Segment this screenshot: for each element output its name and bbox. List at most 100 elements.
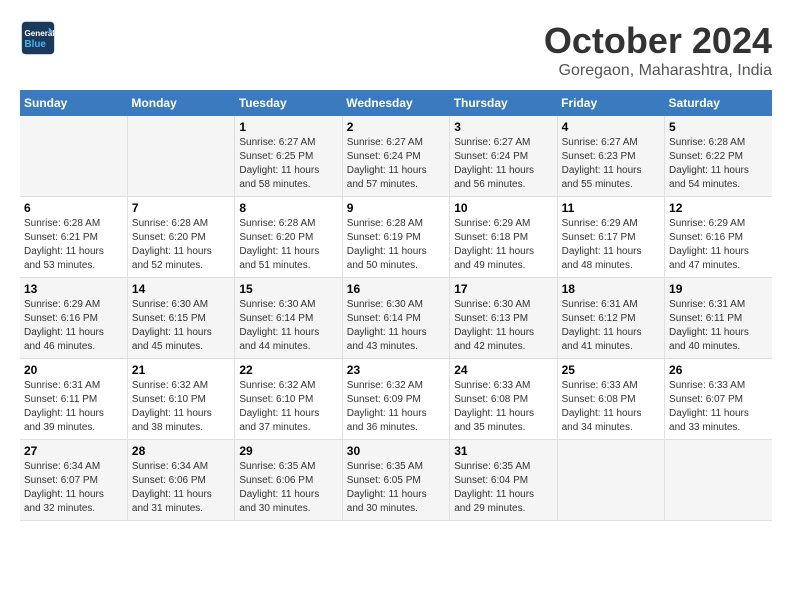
calendar-week-row: 6 Sunrise: 6:28 AMSunset: 6:21 PMDaylight… [20, 197, 772, 278]
day-info: Sunrise: 6:29 AMSunset: 6:18 PMDaylight:… [454, 217, 552, 273]
day-number: 12 [669, 201, 768, 215]
day-number: 6 [24, 201, 123, 215]
day-info: Sunrise: 6:32 AMSunset: 6:10 PMDaylight:… [132, 379, 230, 435]
weekday-header: Tuesday [235, 90, 342, 116]
day-number: 18 [562, 282, 660, 296]
day-number: 25 [562, 363, 660, 377]
day-number: 11 [562, 201, 660, 215]
day-number: 20 [24, 363, 123, 377]
day-number: 26 [669, 363, 768, 377]
logo: General Blue [20, 20, 56, 56]
day-number: 29 [239, 444, 337, 458]
day-number: 31 [454, 444, 552, 458]
day-number: 4 [562, 120, 660, 134]
weekday-header: Monday [127, 90, 234, 116]
calendar-cell: 27 Sunrise: 6:34 AMSunset: 6:07 PMDayligh… [20, 440, 127, 521]
day-info: Sunrise: 6:28 AMSunset: 6:19 PMDaylight:… [347, 217, 445, 273]
calendar-cell: 13Sunrise: 6:29 AMSunset: 6:16 PMDayligh… [20, 278, 127, 359]
calendar-cell: 10 Sunrise: 6:29 AMSunset: 6:18 PMDayligh… [450, 197, 557, 278]
title-section: October 2024 Goregaon, Maharashtra, Indi… [544, 20, 772, 80]
day-info: Sunrise: 6:31 AMSunset: 6:11 PMDaylight:… [669, 298, 768, 354]
day-info: Sunrise: 6:30 AMSunset: 6:14 PMDaylight:… [347, 298, 445, 354]
weekday-header: Wednesday [342, 90, 449, 116]
day-info: Sunrise: 6:31 AMSunset: 6:12 PMDaylight:… [562, 298, 660, 354]
calendar-cell [557, 440, 664, 521]
day-number: 14 [132, 282, 230, 296]
day-number: 15 [239, 282, 337, 296]
day-info: Sunrise: 6:29 AMSunset: 6:16 PMDaylight:… [669, 217, 768, 273]
page-header: General Blue October 2024 Goregaon, Maha… [20, 20, 772, 80]
calendar-cell: 28Sunrise: 6:34 AMSunset: 6:06 PMDayligh… [127, 440, 234, 521]
calendar-cell: 19Sunrise: 6:31 AMSunset: 6:11 PMDayligh… [665, 278, 772, 359]
day-number: 10 [454, 201, 552, 215]
day-info: Sunrise: 6:32 AMSunset: 6:09 PMDaylight:… [347, 379, 445, 435]
day-number: 1 [239, 120, 337, 134]
day-number: 3 [454, 120, 552, 134]
day-info: Sunrise: 6:27 AMSunset: 6:23 PMDaylight:… [562, 136, 660, 192]
calendar-table: SundayMondayTuesdayWednesdayThursdayFrid… [20, 90, 772, 521]
calendar-cell: 29 Sunrise: 6:35 AMSunset: 6:06 PMDayligh… [235, 440, 342, 521]
day-info: Sunrise: 6:30 AMSunset: 6:13 PMDaylight:… [454, 298, 552, 354]
day-number: 8 [239, 201, 337, 215]
calendar-cell: 14 Sunrise: 6:30 AMSunset: 6:15 PMDayligh… [127, 278, 234, 359]
day-number: 7 [132, 201, 230, 215]
calendar-cell [127, 116, 234, 197]
day-info: Sunrise: 6:32 AMSunset: 6:10 PMDaylight:… [239, 379, 337, 435]
day-info: Sunrise: 6:34 AMSunset: 6:07 PMDaylight:… [24, 460, 123, 516]
calendar-cell: 8Sunrise: 6:28 AMSunset: 6:20 PMDaylight… [235, 197, 342, 278]
calendar-cell: 22 Sunrise: 6:32 AMSunset: 6:10 PMDayligh… [235, 359, 342, 440]
calendar-cell: 12 Sunrise: 6:29 AMSunset: 6:16 PMDayligh… [665, 197, 772, 278]
day-number: 24 [454, 363, 552, 377]
calendar-cell: 9 Sunrise: 6:28 AMSunset: 6:19 PMDaylight… [342, 197, 449, 278]
calendar-cell: 16 Sunrise: 6:30 AMSunset: 6:14 PMDayligh… [342, 278, 449, 359]
calendar-cell: 18 Sunrise: 6:31 AMSunset: 6:12 PMDayligh… [557, 278, 664, 359]
calendar-cell: 11 Sunrise: 6:29 AMSunset: 6:17 PMDayligh… [557, 197, 664, 278]
day-info: Sunrise: 6:27 AMSunset: 6:24 PMDaylight:… [454, 136, 552, 192]
day-info: Sunrise: 6:30 AMSunset: 6:14 PMDaylight:… [239, 298, 337, 354]
day-number: 27 [24, 444, 123, 458]
day-number: 30 [347, 444, 445, 458]
calendar-cell: 30Sunrise: 6:35 AMSunset: 6:05 PMDayligh… [342, 440, 449, 521]
weekday-header: Saturday [665, 90, 772, 116]
calendar-cell: 24 Sunrise: 6:33 AMSunset: 6:08 PMDayligh… [450, 359, 557, 440]
day-number: 13 [24, 282, 123, 296]
day-info: Sunrise: 6:28 AMSunset: 6:21 PMDaylight:… [24, 217, 123, 273]
day-number: 28 [132, 444, 230, 458]
calendar-cell: 1 Sunrise: 6:27 AMSunset: 6:25 PMDaylight… [235, 116, 342, 197]
calendar-cell: 31 Sunrise: 6:35 AMSunset: 6:04 PMDayligh… [450, 440, 557, 521]
calendar-cell: 4 Sunrise: 6:27 AMSunset: 6:23 PMDaylight… [557, 116, 664, 197]
calendar-cell: 23 Sunrise: 6:32 AMSunset: 6:09 PMDayligh… [342, 359, 449, 440]
svg-text:Blue: Blue [25, 39, 47, 50]
day-info: Sunrise: 6:33 AMSunset: 6:08 PMDaylight:… [454, 379, 552, 435]
day-info: Sunrise: 6:30 AMSunset: 6:15 PMDaylight:… [132, 298, 230, 354]
day-number: 17 [454, 282, 552, 296]
calendar-cell [665, 440, 772, 521]
logo-icon: General Blue [20, 20, 56, 56]
day-info: Sunrise: 6:27 AMSunset: 6:24 PMDaylight:… [347, 136, 445, 192]
calendar-week-row: 27 Sunrise: 6:34 AMSunset: 6:07 PMDayligh… [20, 440, 772, 521]
calendar-cell: 3 Sunrise: 6:27 AMSunset: 6:24 PMDaylight… [450, 116, 557, 197]
day-number: 16 [347, 282, 445, 296]
calendar-cell: 25Sunrise: 6:33 AMSunset: 6:08 PMDayligh… [557, 359, 664, 440]
day-info: Sunrise: 6:31 AMSunset: 6:11 PMDaylight:… [24, 379, 123, 435]
calendar-cell: 26Sunrise: 6:33 AMSunset: 6:07 PMDayligh… [665, 359, 772, 440]
month-title: October 2024 [544, 20, 772, 62]
weekday-header-row: SundayMondayTuesdayWednesdayThursdayFrid… [20, 90, 772, 116]
calendar-week-row: 13Sunrise: 6:29 AMSunset: 6:16 PMDayligh… [20, 278, 772, 359]
day-info: Sunrise: 6:29 AMSunset: 6:17 PMDaylight:… [562, 217, 660, 273]
day-number: 9 [347, 201, 445, 215]
calendar-cell: 15 Sunrise: 6:30 AMSunset: 6:14 PMDayligh… [235, 278, 342, 359]
day-number: 22 [239, 363, 337, 377]
day-info: Sunrise: 6:27 AMSunset: 6:25 PMDaylight:… [239, 136, 337, 192]
weekday-header: Friday [557, 90, 664, 116]
weekday-header: Sunday [20, 90, 127, 116]
calendar-cell: 6 Sunrise: 6:28 AMSunset: 6:21 PMDaylight… [20, 197, 127, 278]
calendar-cell: 21 Sunrise: 6:32 AMSunset: 6:10 PMDayligh… [127, 359, 234, 440]
day-number: 21 [132, 363, 230, 377]
day-info: Sunrise: 6:28 AMSunset: 6:22 PMDaylight:… [669, 136, 768, 192]
calendar-cell [20, 116, 127, 197]
weekday-header: Thursday [450, 90, 557, 116]
day-info: Sunrise: 6:35 AMSunset: 6:06 PMDaylight:… [239, 460, 337, 516]
day-info: Sunrise: 6:35 AMSunset: 6:04 PMDaylight:… [454, 460, 552, 516]
day-number: 23 [347, 363, 445, 377]
